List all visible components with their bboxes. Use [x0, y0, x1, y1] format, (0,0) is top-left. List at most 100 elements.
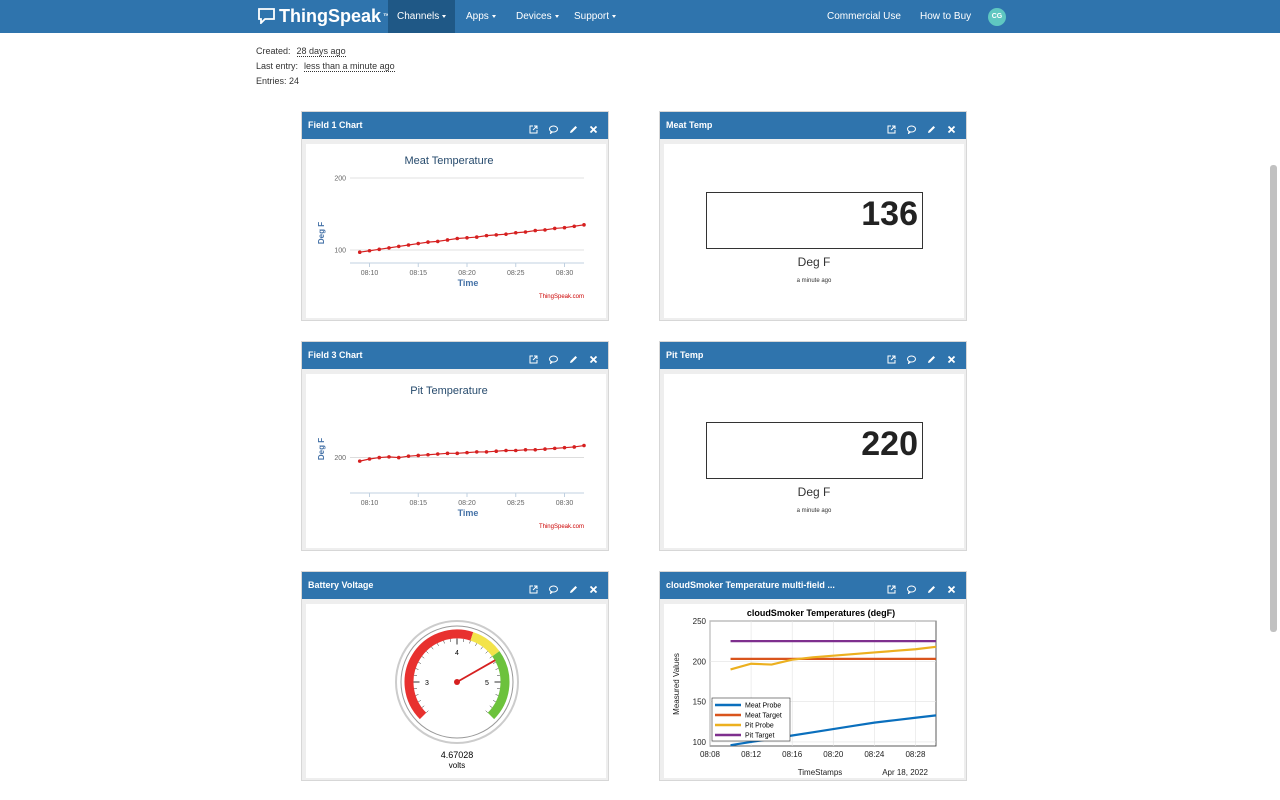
external-link-icon[interactable]	[887, 581, 896, 594]
external-link-icon[interactable]	[887, 121, 896, 134]
x-axis-label: TimeStamps	[798, 768, 843, 777]
pencil-icon[interactable]	[569, 121, 578, 133]
chart-title: cloudSmoker Temperatures (degF)	[747, 608, 895, 618]
widget-battery-voltage: Battery Voltage 3 4 5 4.67028 volts	[301, 571, 609, 781]
y-tick-label: 200	[693, 657, 707, 666]
widget-header: cloudSmoker Temperature multi-field ...	[660, 572, 966, 599]
comment-icon[interactable]	[907, 121, 916, 135]
last-entry-label: Last entry:	[256, 61, 299, 71]
comment-icon[interactable]	[907, 351, 916, 365]
data-point	[396, 244, 401, 249]
x-tick-label: 08:10	[361, 270, 379, 277]
comment-icon[interactable]	[549, 351, 558, 365]
data-point	[416, 453, 421, 458]
external-link-icon[interactable]	[887, 351, 896, 364]
thingspeak-watermark: ThingSpeak.com	[539, 294, 584, 300]
x-tick-label: 08:24	[864, 750, 885, 759]
numeric-value: 136	[861, 195, 918, 233]
data-point	[543, 447, 547, 451]
gauge-needle-hub	[454, 679, 460, 685]
created-label: Created:	[256, 46, 291, 56]
x-tick-label: 08:16	[782, 750, 803, 759]
pencil-icon[interactable]	[927, 581, 936, 593]
data-point	[513, 448, 518, 453]
pencil-icon[interactable]	[569, 581, 578, 593]
external-link-icon[interactable]	[529, 351, 538, 364]
data-point	[367, 248, 372, 253]
user-avatar[interactable]: CG	[988, 8, 1006, 26]
widget-body: cloudSmoker Temperatures (degF) 100 150 20…	[664, 604, 964, 778]
numeric-display-box: 220	[706, 422, 923, 479]
data-point	[572, 224, 577, 229]
data-point	[572, 445, 577, 449]
close-icon[interactable]	[589, 351, 598, 364]
data-point	[562, 445, 567, 450]
widget-title: Field 1 Chart	[308, 120, 363, 130]
data-point	[523, 230, 528, 234]
brand-name: ThingSpeak	[279, 5, 382, 26]
pencil-icon[interactable]	[569, 351, 578, 363]
nav-devices[interactable]: Devices	[507, 0, 568, 33]
widget-body: Pit Temperature 200 08:10 08:15 08:20 08:25…	[306, 374, 606, 548]
widget-title: cloudSmoker Temperature multi-field ...	[666, 580, 835, 590]
data-point	[396, 455, 401, 460]
close-icon[interactable]	[947, 351, 956, 364]
x-tick-label: 08:28	[905, 750, 926, 759]
external-link-icon[interactable]	[529, 121, 538, 134]
data-point	[533, 228, 538, 233]
data-point	[484, 450, 489, 454]
nav-support[interactable]: Support	[565, 0, 625, 33]
close-icon[interactable]	[589, 581, 598, 594]
y-tick-label: 150	[693, 698, 707, 707]
data-point	[582, 223, 586, 227]
numeric-unit: Deg F	[797, 485, 831, 499]
y-axis-label: Measured Values	[672, 653, 681, 715]
multi-field-chart: cloudSmoker Temperatures (degF) 100 150 20…	[672, 608, 937, 777]
data-point	[357, 459, 362, 463]
widget-body: 136 Deg F a minute ago	[664, 144, 964, 318]
close-icon[interactable]	[947, 121, 956, 134]
last-update: a minute ago	[796, 508, 832, 514]
data-point	[387, 455, 391, 459]
close-icon[interactable]	[947, 581, 956, 594]
speech-bubble-icon	[258, 8, 275, 24]
nav-how-to-buy[interactable]: How to Buy	[911, 0, 980, 33]
data-point	[474, 450, 479, 454]
chevron-down-icon	[442, 14, 447, 18]
y-axis-label: Deg F	[317, 222, 326, 244]
legend-label: Pit Target	[745, 733, 774, 740]
thingspeak-logo[interactable]: ThingSpeak™	[258, 5, 391, 27]
pit-temperature-chart: Pit Temperature 200 08:10 08:15 08:20 08:25…	[317, 385, 586, 530]
comment-icon[interactable]	[549, 581, 558, 595]
data-point	[387, 246, 391, 250]
widget-pit-temp: Pit Temp 220 Deg F a minute ago	[659, 341, 967, 551]
top-navbar: ThingSpeak™ Channels Apps Devices Suppor…	[0, 0, 1280, 33]
widget-header: Pit Temp	[660, 342, 966, 369]
data-point	[445, 238, 450, 242]
nav-commercial-use[interactable]: Commercial Use	[818, 0, 910, 33]
y-tick-label: 100	[693, 738, 707, 747]
nav-apps[interactable]: Apps	[457, 0, 505, 33]
legend-label: Pit Probe	[745, 723, 774, 730]
x-tick-label: 08:15	[409, 500, 427, 507]
pencil-icon[interactable]	[927, 121, 936, 133]
comment-icon[interactable]	[907, 581, 916, 595]
widget-body: 3 4 5 4.67028 volts	[306, 604, 606, 778]
data-point	[445, 451, 450, 456]
comment-icon[interactable]	[549, 121, 558, 135]
pencil-icon[interactable]	[927, 351, 936, 363]
data-point	[465, 235, 469, 240]
last-entry-value: less than a minute ago	[304, 61, 395, 72]
x-tick-label: 08:10	[361, 500, 379, 507]
widget-header: Field 3 Chart	[302, 342, 608, 369]
nav-channels[interactable]: Channels	[388, 0, 456, 33]
close-icon[interactable]	[589, 121, 598, 134]
data-point	[377, 455, 382, 460]
page-scrollbar-thumb[interactable]	[1270, 165, 1277, 632]
data-point	[406, 243, 411, 247]
data-point	[455, 451, 460, 456]
data-point	[426, 452, 430, 457]
gauge-value: 4.67028	[441, 750, 474, 760]
data-point	[357, 250, 362, 254]
external-link-icon[interactable]	[529, 581, 538, 594]
